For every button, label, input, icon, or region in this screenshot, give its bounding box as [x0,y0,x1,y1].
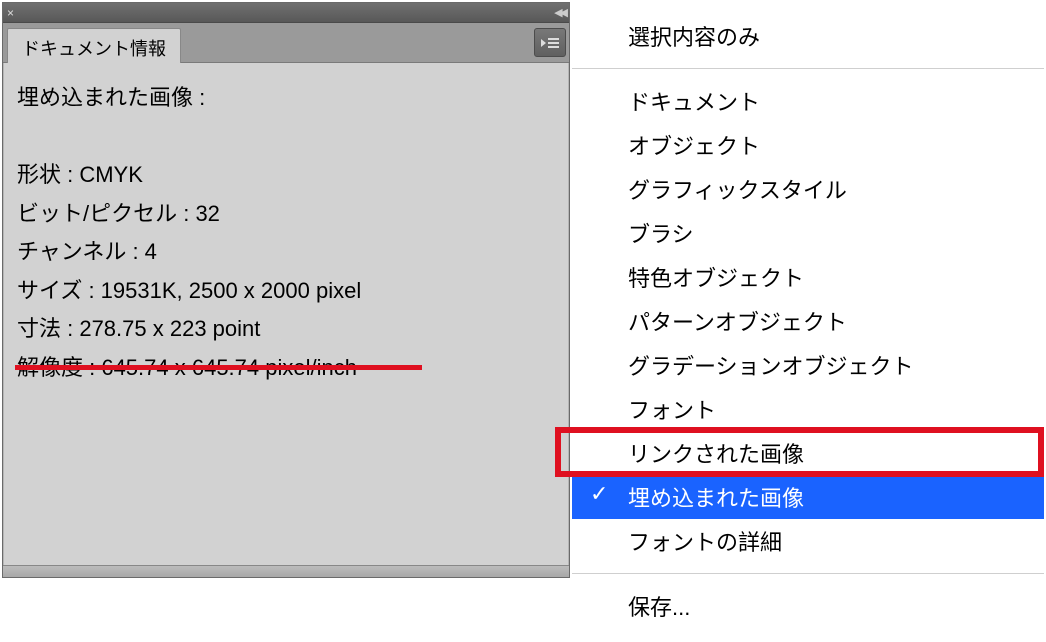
panel-titlebar[interactable]: × ◀◀ [3,3,569,23]
menu-embedded-image-label: 埋め込まれた画像 [628,486,804,511]
info-channels: チャンネル : 4 [17,233,555,272]
menu-pattern-object[interactable]: パターンオブジェクト [572,299,1044,343]
flyout-menu: 選択内容のみ ドキュメント オブジェクト グラフィックスタイル ブラシ 特色オブ… [572,2,1044,642]
menu-separator [572,573,1044,574]
tab-document-info[interactable]: ドキュメント情報 [7,28,181,63]
menu-selection-only[interactable]: 選択内容のみ [572,14,1044,58]
menu-object[interactable]: オブジェクト [572,123,1044,167]
info-header: 埋め込まれた画像 : [17,79,555,118]
panel-body: 埋め込まれた画像 : 形状 : CMYK ビット/ピクセル : 32 チャンネル… [3,63,569,565]
menu-graphic-style[interactable]: グラフィックスタイル [572,167,1044,211]
flyout-menu-button[interactable] [534,28,566,57]
info-bits: ビット/ピクセル : 32 [17,195,555,234]
info-size: サイズ : 19531K, 2500 x 2000 pixel [17,272,555,311]
collapse-icon[interactable]: ◀◀ [554,6,565,19]
close-icon[interactable]: × [7,7,14,19]
menu-spot-object[interactable]: 特色オブジェクト [572,255,1044,299]
menu-linked-image[interactable]: リンクされた画像 [572,431,1044,475]
menu-embedded-image[interactable]: ✓ 埋め込まれた画像 [572,475,1044,519]
menu-gradient-object[interactable]: グラデーションオブジェクト [572,343,1044,387]
menu-document[interactable]: ドキュメント [572,79,1044,123]
panel-tabbar: ドキュメント情報 [3,23,569,63]
menu-save[interactable]: 保存... [572,584,1044,628]
highlight-underline [15,365,422,370]
menu-separator [572,68,1044,69]
menu-brush[interactable]: ブラシ [572,211,1044,255]
panel-scrollbar[interactable] [3,565,569,577]
menu-font[interactable]: フォント [572,387,1044,431]
menu-icon [541,36,559,50]
check-icon: ✓ [590,481,608,507]
info-shape: 形状 : CMYK [17,156,555,195]
info-dims: 寸法 : 278.75 x 223 point [17,310,555,349]
document-info-panel: × ◀◀ ドキュメント情報 埋め込まれた画像 : 形状 : CMYK ビット/ピ… [2,2,570,578]
menu-font-detail[interactable]: フォントの詳細 [572,519,1044,563]
